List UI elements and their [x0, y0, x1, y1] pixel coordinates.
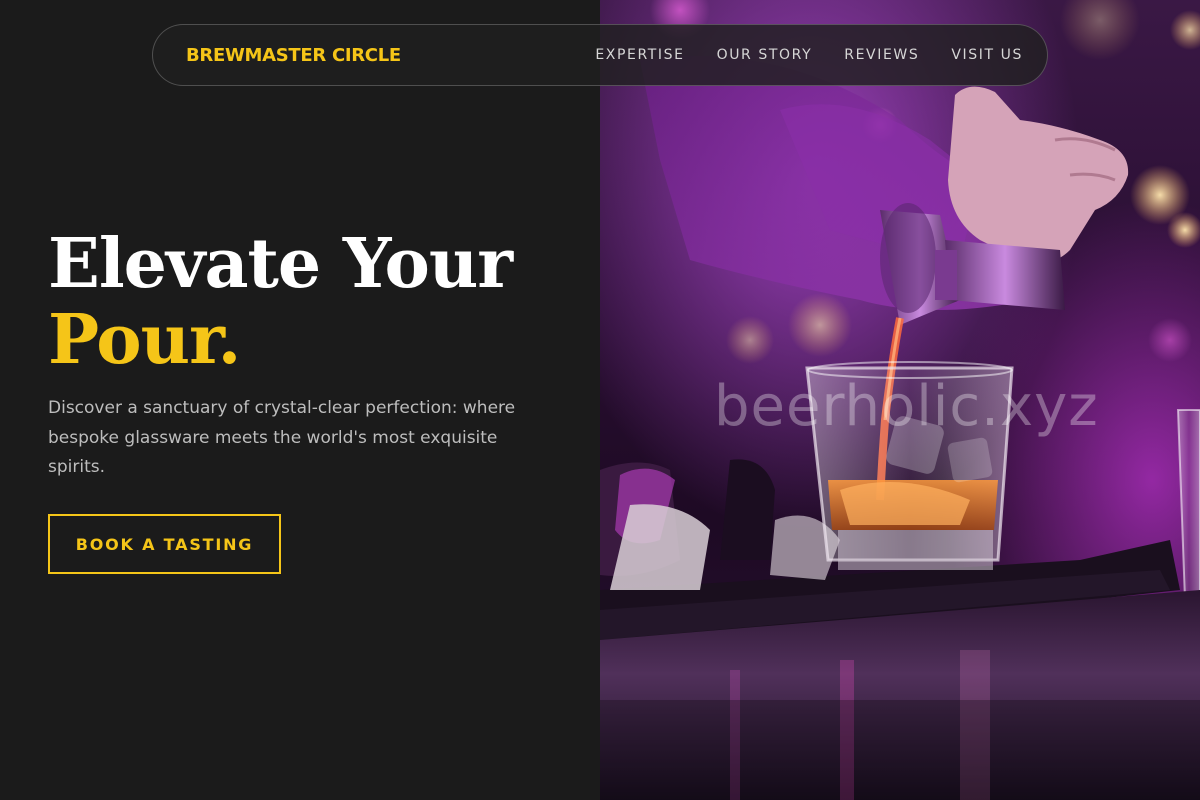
- nav-links: EXPERTISE OUR STORY REVIEWS VISIT US: [595, 47, 1023, 63]
- nav-link-reviews[interactable]: REVIEWS: [844, 47, 919, 63]
- hero-description: Discover a sanctuary of crystal-clear pe…: [48, 398, 516, 477]
- hero-headline: Elevate Your Pour.: [48, 224, 513, 380]
- nav-link-visit-us[interactable]: VISIT US: [951, 47, 1023, 63]
- hero-text-panel: Elevate Your Pour. Discover a sanctuary …: [0, 0, 600, 800]
- nav-link-expertise[interactable]: EXPERTISE: [595, 47, 684, 63]
- headline-line-2: Pour.: [48, 300, 241, 380]
- nav-link-our-story[interactable]: OUR STORY: [717, 47, 813, 63]
- headline-line-1: Elevate Your: [48, 224, 513, 304]
- book-tasting-button[interactable]: BOOK A TASTING: [48, 514, 281, 574]
- watermark-text: beerholic.xyz: [714, 374, 1099, 439]
- top-navigation: BREWMASTER CIRCLE EXPERTISE OUR STORY RE…: [152, 24, 1048, 86]
- landing-page: Elevate Your Pour. Discover a sanctuary …: [0, 0, 1200, 800]
- brand-logo[interactable]: BREWMASTER CIRCLE: [186, 45, 401, 66]
